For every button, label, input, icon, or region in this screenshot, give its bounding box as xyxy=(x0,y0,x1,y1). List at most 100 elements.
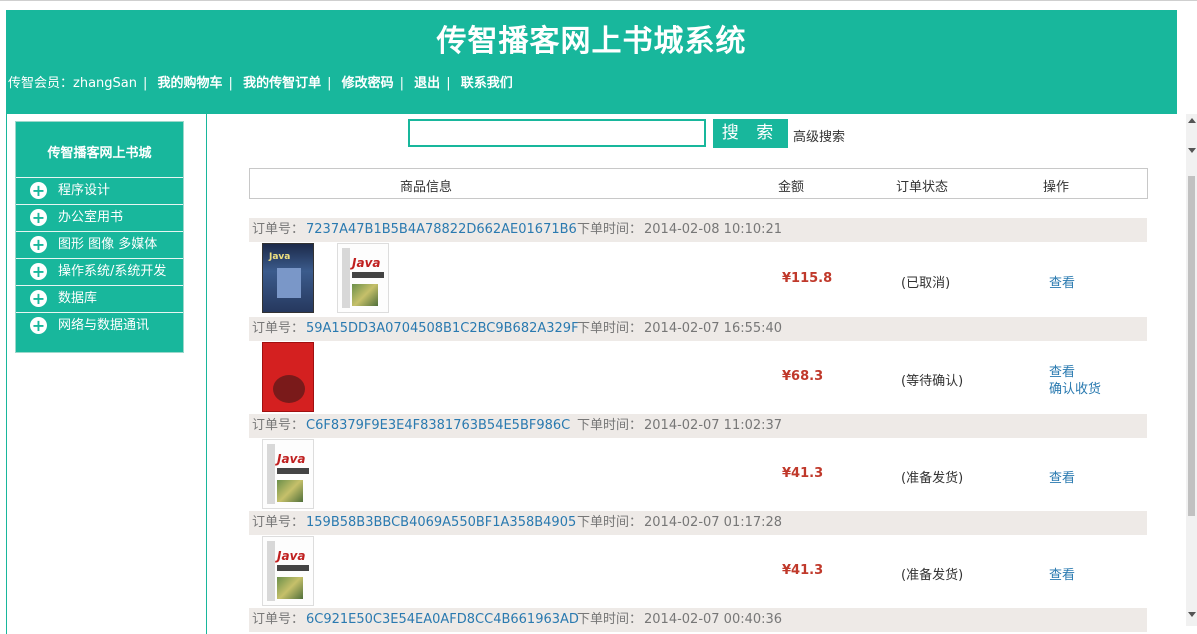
member-username: zhangSan xyxy=(73,76,137,91)
site-title: 传智播客网上书城系统 xyxy=(436,24,747,59)
book-cover-title: Java xyxy=(277,452,306,466)
order-price: ¥68.3 xyxy=(782,369,824,384)
plus-icon: + xyxy=(30,316,47,335)
order-id-link[interactable]: C6F8379F9E3E4F8381763B54E5BF986C xyxy=(306,414,570,438)
scroll-down-arrow-icon[interactable] xyxy=(1188,612,1196,617)
order-price: ¥41.3 xyxy=(782,563,824,578)
nav-separator: | xyxy=(327,76,332,91)
category-item-graphics[interactable]: + 图形 图像 多媒体 xyxy=(16,231,183,257)
order-time-label: 下单时间： xyxy=(577,515,643,530)
order-id-label: 订单号： xyxy=(252,222,305,237)
order-header: 订单号： C6F8379F9E3E4F8381763B54E5BF986C 下单… xyxy=(249,414,1147,438)
book-cover-art xyxy=(277,480,303,502)
col-header-actions: 操作 xyxy=(1043,180,1070,195)
order-id-label: 订单号： xyxy=(252,418,305,433)
category-label: 数据库 xyxy=(58,291,98,306)
col-header-amount: 金额 xyxy=(778,180,805,195)
book-cover-thumbnail[interactable]: Java xyxy=(262,439,314,509)
category-label: 程序设计 xyxy=(58,183,111,198)
order-status: (准备发货) xyxy=(901,568,964,583)
order-time-label: 下单时间： xyxy=(577,612,643,627)
book-cover-thumbnail[interactable]: Java xyxy=(262,536,314,606)
search-input[interactable] xyxy=(408,119,706,147)
order-price: ¥115.8 xyxy=(782,271,833,286)
nav-link-orders[interactable]: 我的传智订单 xyxy=(243,76,321,91)
book-cover-title: Java xyxy=(352,256,381,270)
col-header-product: 商品信息 xyxy=(400,180,453,195)
plus-icon: + xyxy=(30,262,47,281)
order-id-label: 订单号： xyxy=(252,321,305,336)
order-id-link[interactable]: 7237A47B1B5B4A78822D662AE01671B6 xyxy=(306,218,577,242)
order-time: 2014-02-07 00:40:36 xyxy=(644,612,783,627)
scrollbar-thumb[interactable] xyxy=(1188,176,1195,516)
confirm-receipt-link[interactable]: 确认收货 xyxy=(1049,378,1101,397)
order-status: (等待确认) xyxy=(901,374,964,389)
plus-icon: + xyxy=(30,181,47,200)
order-id-link[interactable]: 6C921E50C3E54EA0AFD8CC4B661963AD xyxy=(306,608,579,632)
nav-link-contact[interactable]: 联系我们 xyxy=(461,76,513,91)
view-order-link[interactable]: 查看 xyxy=(1049,467,1075,486)
nav-link-change-password[interactable]: 修改密码 xyxy=(342,76,394,91)
nav-separator: | xyxy=(228,76,233,91)
search-button[interactable]: 搜 索 xyxy=(713,119,788,148)
book-cover-art xyxy=(277,577,303,599)
order-time: 2014-02-08 10:10:21 xyxy=(644,222,783,237)
order-time-label: 下单时间： xyxy=(577,418,643,433)
vertical-scrollbar[interactable] xyxy=(1186,114,1197,626)
nav-link-logout[interactable]: 退出 xyxy=(414,76,440,91)
book-cover-band xyxy=(342,248,350,308)
nav-separator: | xyxy=(399,76,405,91)
left-panel: 传智播客网上书城 + 程序设计 + 办公室用书 + 图形 图像 多媒体 + 操作系统/系… xyxy=(6,114,207,634)
member-prefix: 传智会员： xyxy=(8,76,74,91)
advanced-search-link[interactable]: 高级搜索 xyxy=(793,126,845,145)
order-time-label: 下单时间： xyxy=(577,321,643,336)
category-item-office[interactable]: + 办公室用书 xyxy=(16,204,183,230)
order-status: (已取消) xyxy=(901,276,951,291)
book-cover-title: Java xyxy=(269,252,291,262)
category-label: 图形 图像 多媒体 xyxy=(58,237,158,252)
order-status: (准备发货) xyxy=(901,471,964,486)
nav-separator: | xyxy=(446,76,451,91)
category-menu-title: 传智播客网上书城 xyxy=(47,146,152,161)
category-item-network[interactable]: + 网络与数据通讯 xyxy=(16,312,183,338)
col-header-status: 订单状态 xyxy=(896,180,949,195)
order-time: 2014-02-07 16:55:40 xyxy=(644,321,783,336)
book-cover-title: Java xyxy=(277,549,306,563)
book-cover-subtitle xyxy=(277,468,309,474)
category-menu: 传智播客网上书城 + 程序设计 + 办公室用书 + 图形 图像 多媒体 + 操作系统/系… xyxy=(15,121,184,353)
site-header: 传智播客网上书城系统 传智会员：zhangSan | 我的购物车 | 我的传智订单 |… xyxy=(6,10,1177,114)
order-header: 订单号： 59A15DD3A0704508B1C2BC9B682A329F 下单… xyxy=(249,317,1147,341)
order-id-link[interactable]: 159B58B3BBCB4069A550BF1A358B4905 xyxy=(306,511,576,535)
order-time: 2014-02-07 11:02:37 xyxy=(644,418,783,433)
view-order-link[interactable]: 查看 xyxy=(1049,564,1075,583)
order-header: 订单号： 6C921E50C3E54EA0AFD8CC4B661963AD 下单… xyxy=(249,608,1147,632)
book-cover-art xyxy=(352,284,378,306)
book-cover-thumbnail[interactable] xyxy=(262,342,314,412)
plus-icon: + xyxy=(30,235,47,254)
orders-table-header: 商品信息 金额 订单状态 操作 xyxy=(249,168,1148,199)
scroll-down-arrow-icon[interactable] xyxy=(1188,148,1196,153)
category-item-database[interactable]: + 数据库 xyxy=(16,285,183,311)
book-cover-thumbnail[interactable]: Java xyxy=(262,243,314,313)
plus-icon: + xyxy=(30,289,47,308)
order-time: 2014-02-07 01:17:28 xyxy=(644,515,783,530)
category-label: 网络与数据通讯 xyxy=(58,318,150,333)
scroll-up-arrow-icon[interactable] xyxy=(1188,118,1196,123)
book-cover-subtitle xyxy=(352,272,384,278)
order-id-label: 订单号： xyxy=(252,612,305,627)
order-price: ¥41.3 xyxy=(782,466,824,481)
book-cover-thumbnail[interactable]: Java xyxy=(337,243,389,313)
category-item-programming[interactable]: + 程序设计 xyxy=(16,177,183,203)
order-header: 订单号： 159B58B3BBCB4069A550BF1A358B4905 下单… xyxy=(249,511,1147,535)
book-cover-art xyxy=(273,375,305,403)
order-time-label: 下单时间： xyxy=(577,222,643,237)
order-id-link[interactable]: 59A15DD3A0704508B1C2BC9B682A329F xyxy=(306,317,579,341)
category-label: 操作系统/系统开发 xyxy=(58,264,167,279)
book-cover-subtitle xyxy=(277,565,309,571)
view-order-link[interactable]: 查看 xyxy=(1049,272,1075,291)
category-label: 办公室用书 xyxy=(58,210,124,225)
order-header: 订单号： 7237A47B1B5B4A78822D662AE01671B6 下单… xyxy=(249,218,1147,242)
book-cover-art xyxy=(277,268,301,298)
nav-link-cart[interactable]: 我的购物车 xyxy=(158,76,223,91)
category-item-os[interactable]: + 操作系统/系统开发 xyxy=(16,258,183,284)
